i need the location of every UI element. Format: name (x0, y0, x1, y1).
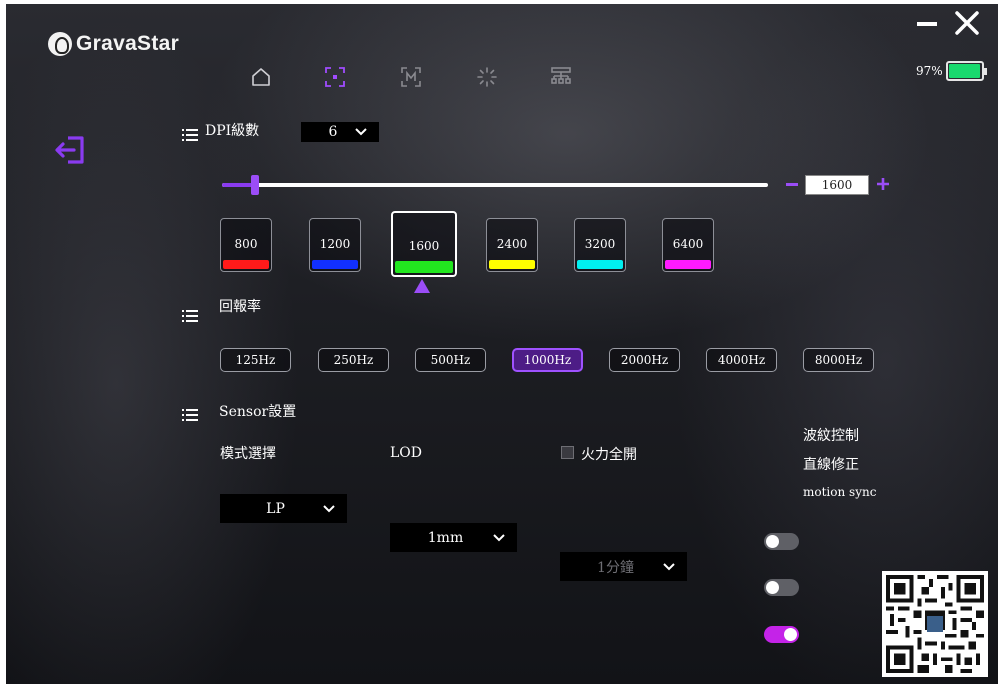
back-icon[interactable] (54, 134, 90, 168)
dpi-section-menu-icon (182, 129, 198, 141)
dpi-stage-card[interactable]: 800 (220, 218, 272, 272)
nav-network-icon[interactable] (550, 66, 572, 88)
brand-logo: GravaStar (48, 32, 179, 56)
dpi-stage-card[interactable]: 1200 (309, 218, 361, 272)
dpi-stage-card[interactable]: 3200 (574, 218, 626, 272)
polling-rate-button[interactable]: 125Hz (220, 348, 291, 372)
motion-sync-label: motion sync (803, 485, 877, 499)
dpi-stage-card[interactable]: 6400 (662, 218, 714, 272)
polling-rate-button[interactable]: 250Hz (318, 348, 389, 372)
dpi-decrease-button[interactable] (786, 183, 798, 186)
dpi-increase-button[interactable] (876, 177, 890, 191)
dpi-stage-color-bar (577, 260, 623, 269)
dpi-slider-thumb[interactable] (250, 175, 259, 195)
lod-select-value: 1mm (427, 529, 464, 546)
battery-level (949, 64, 981, 78)
battery-percent: 97% (916, 64, 943, 78)
chevron-down-icon (355, 128, 367, 136)
dpi-stage-label: 3200 (584, 237, 616, 251)
fire-mode-checkbox[interactable] (561, 446, 574, 459)
mode-select-value: LP (266, 500, 285, 517)
app-window: GravaStar 97% DPI級數 6 1600 800 1200 1600… (6, 4, 998, 684)
nav-lighting-icon[interactable] (476, 66, 498, 88)
dpi-stage-label: 800 (234, 237, 258, 251)
chevron-down-icon (323, 504, 335, 512)
lod-select-label: LOD (390, 445, 422, 461)
gravastar-logo-icon (48, 32, 72, 56)
sensor-section-title: Sensor設置 (219, 404, 297, 420)
toggle-knob (766, 581, 779, 594)
nav-dpi-target-icon[interactable] (324, 66, 346, 88)
ripple-control-label: 波紋控制 (803, 428, 859, 444)
dpi-stage-color-bar (395, 261, 453, 273)
fire-mode-label: 火力全開 (581, 447, 637, 463)
dpi-slider-fill (222, 183, 255, 187)
toggle-knob (766, 535, 779, 548)
chevron-down-icon (493, 533, 505, 541)
close-button[interactable] (954, 10, 980, 36)
nav-macro-icon[interactable] (400, 66, 422, 88)
dpi-stage-color-bar (489, 260, 535, 269)
dpi-value-input[interactable] (805, 175, 869, 195)
qr-code-icon (882, 571, 988, 677)
dpi-stage-label: 6400 (672, 237, 704, 251)
battery-icon (946, 61, 987, 81)
dpi-section-title: DPI級數 (205, 123, 260, 139)
dpi-stage-label: 2400 (496, 237, 528, 251)
dpi-stage-label: 1600 (408, 239, 440, 253)
fire-duration-value: 1分鐘 (597, 559, 634, 576)
polling-rate-button[interactable]: 8000Hz (803, 348, 874, 372)
dpi-stage-label: 1200 (319, 237, 351, 251)
dpi-stage-color-bar (665, 260, 711, 269)
mode-select-label: 模式選擇 (220, 446, 276, 462)
chevron-down-icon (663, 562, 675, 570)
dpi-stage-color-bar (312, 260, 358, 269)
dpi-stage-card-active[interactable]: 1600 (391, 211, 457, 277)
polling-section-title: 回報率 (219, 299, 261, 315)
toggle-knob (784, 628, 797, 641)
motion-sync-toggle[interactable] (764, 626, 799, 643)
polling-rate-button[interactable]: 4000Hz (706, 348, 777, 372)
brand-name: GravaStar (76, 32, 180, 55)
ripple-control-toggle[interactable] (764, 533, 799, 550)
dpi-stage-count-value: 6 (328, 124, 338, 140)
sensor-section-menu-icon (182, 409, 198, 421)
nav-home-icon[interactable] (250, 66, 272, 88)
angle-snapping-label: 直線修正 (803, 457, 859, 473)
dpi-slider[interactable] (222, 175, 768, 195)
minimize-button[interactable] (917, 22, 937, 26)
lod-select[interactable]: 1mm (390, 523, 517, 552)
dpi-stage-color-bar (223, 260, 269, 269)
active-stage-pointer-icon (414, 279, 430, 293)
fire-duration-select[interactable]: 1分鐘 (560, 552, 687, 581)
polling-section-menu-icon (182, 310, 198, 322)
polling-rate-button[interactable]: 500Hz (415, 348, 486, 372)
mode-select[interactable]: LP (220, 494, 347, 523)
polling-rate-button[interactable]: 2000Hz (609, 348, 680, 372)
angle-snapping-toggle[interactable] (764, 579, 799, 596)
polling-rate-button-selected[interactable]: 1000Hz (512, 348, 583, 372)
dpi-stage-count-select[interactable]: 6 (301, 122, 379, 142)
dpi-stage-card[interactable]: 2400 (486, 218, 538, 272)
